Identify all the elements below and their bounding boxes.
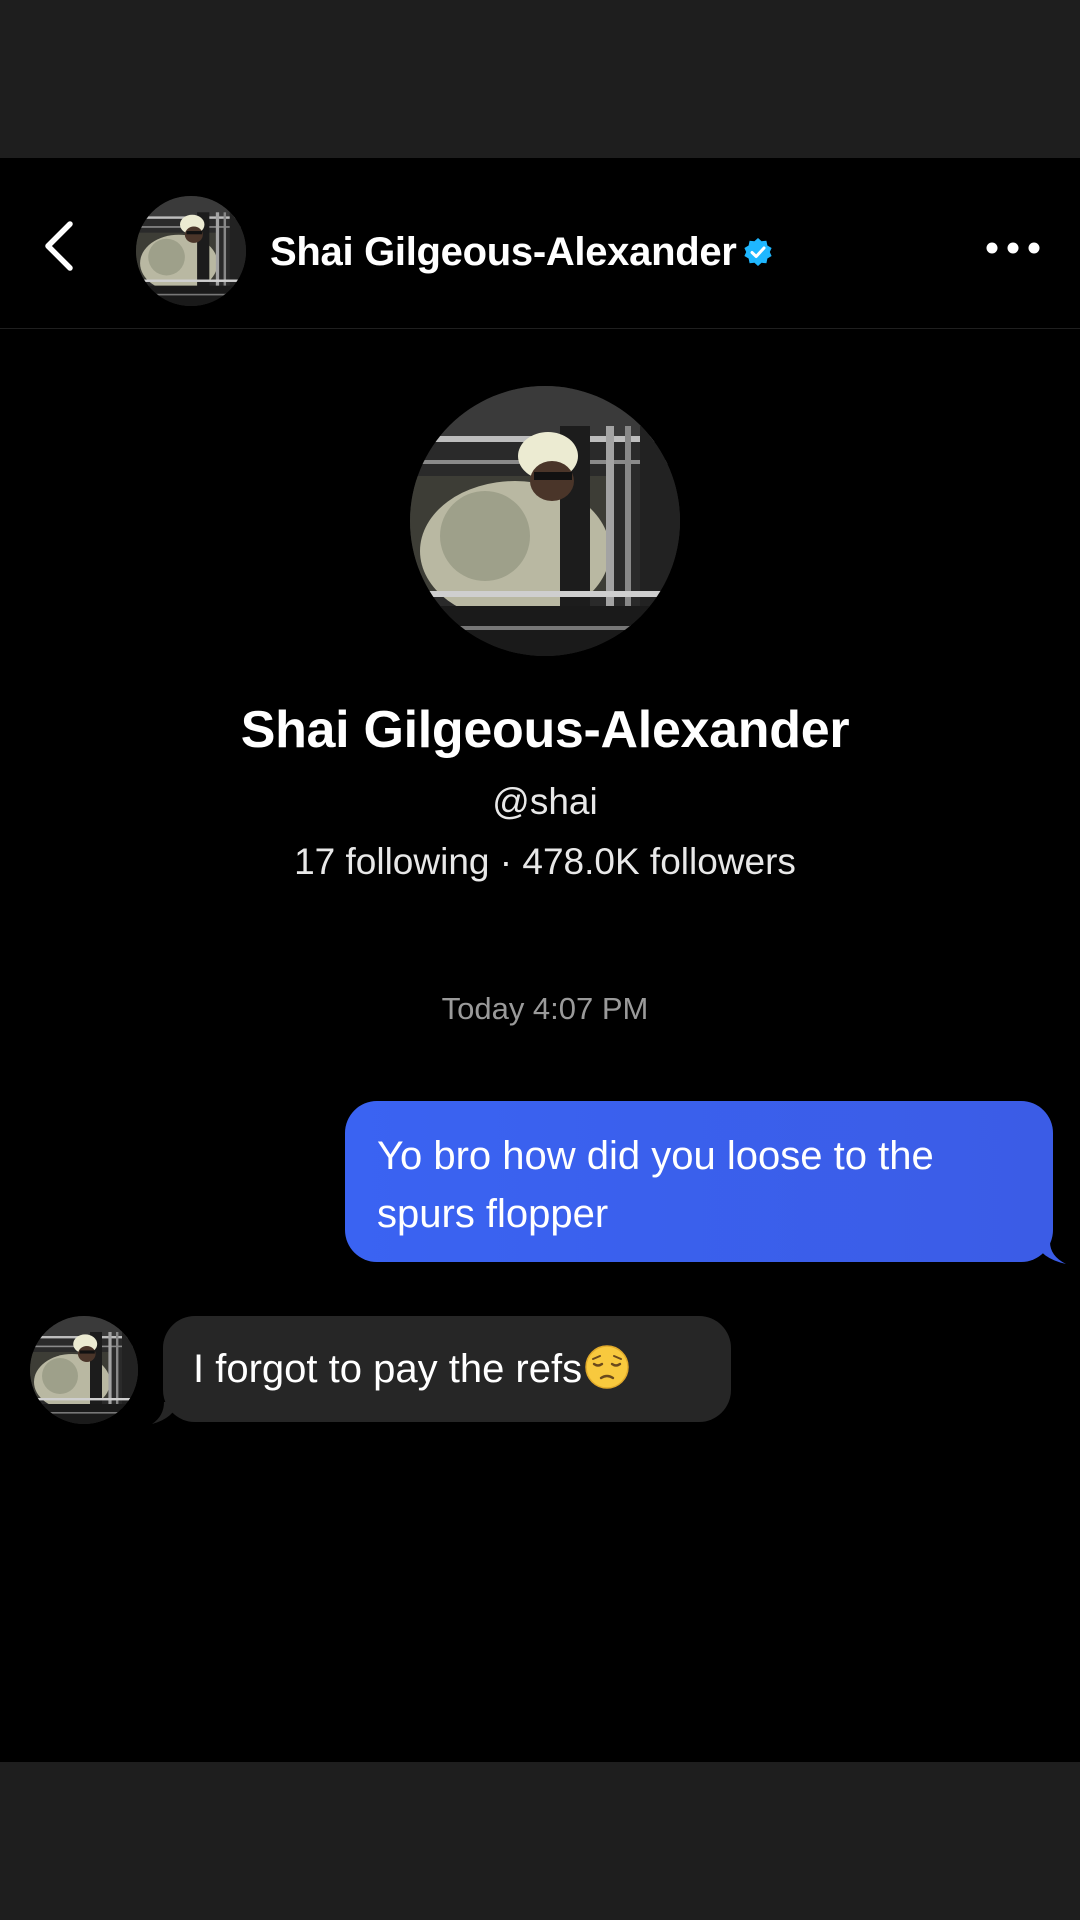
profile-name: Shai Gilgeous-Alexander bbox=[240, 701, 850, 759]
sent-message-line-1: Yo bro how did you loose to the bbox=[377, 1134, 934, 1178]
chevron-left-icon bbox=[45, 221, 73, 271]
sender-avatar[interactable] bbox=[30, 1316, 138, 1424]
back-button[interactable] bbox=[34, 218, 84, 274]
dm-screen: Shai Gilgeous-Alexander Shai Gilgeous-Al… bbox=[0, 158, 1080, 1762]
more-horizontal-icon bbox=[986, 242, 1040, 254]
pensive-face-icon bbox=[585, 1345, 629, 1389]
avatar-photo bbox=[136, 196, 246, 306]
profile-avatar[interactable] bbox=[410, 386, 680, 656]
header-title[interactable]: Shai Gilgeous-Alexander bbox=[270, 224, 773, 280]
received-message-bubble[interactable]: I forgot to pay the refs bbox=[163, 1316, 731, 1422]
more-options-button[interactable] bbox=[980, 228, 1046, 268]
sent-message-line-2: spurs flopper bbox=[377, 1192, 609, 1236]
letterbox-top bbox=[0, 0, 1080, 158]
sent-bubble-tail bbox=[1036, 1242, 1066, 1264]
header-avatar[interactable] bbox=[136, 196, 246, 306]
profile-handle: @shai bbox=[492, 781, 598, 822]
profile-stats: 17 following · 478.0K followers bbox=[294, 841, 796, 882]
avatar-photo bbox=[30, 1316, 138, 1424]
verified-badge-icon bbox=[743, 238, 772, 266]
chat-header: Shai Gilgeous-Alexander bbox=[0, 158, 1080, 329]
avatar-photo bbox=[410, 386, 680, 656]
sent-message-bubble[interactable]: Yo bro how did you loose to the spurs fl… bbox=[345, 1101, 1053, 1262]
header-name: Shai Gilgeous-Alexander bbox=[270, 229, 737, 274]
letterbox-bottom bbox=[0, 1762, 1080, 1920]
message-timestamp: Today 4:07 PM bbox=[441, 991, 649, 1026]
received-message-text: I forgot to pay the refs bbox=[193, 1347, 583, 1391]
